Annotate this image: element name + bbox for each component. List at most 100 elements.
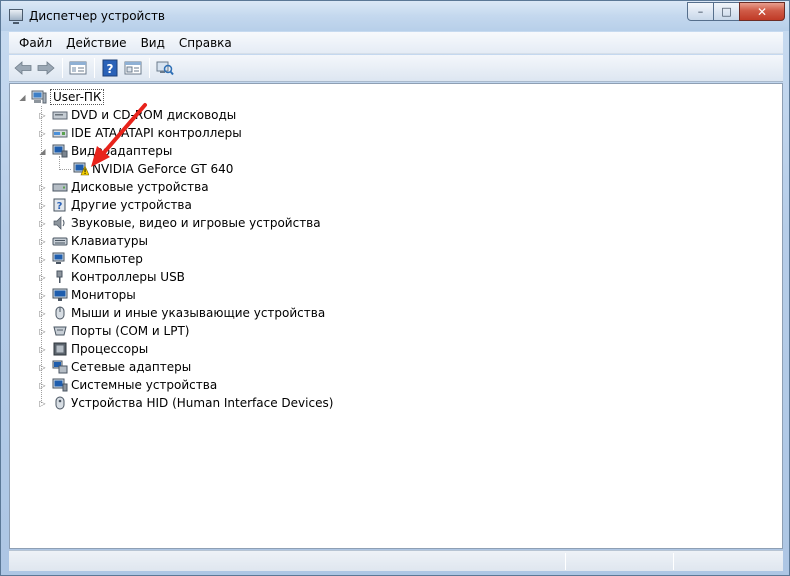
tree-category-other-devices[interactable]: ▷ ? Другие устройства (38, 196, 191, 214)
tree-root-label: User-ПК (50, 89, 105, 105)
tree-category-mice[interactable]: ▷ Мыши и иные указывающие устройства (38, 304, 325, 322)
tree-category-label: Порты (COM и LPT) (71, 324, 190, 338)
expand-arrow-icon[interactable]: ▷ (38, 129, 47, 138)
tree-root[interactable]: ◢ User-ПК (18, 88, 105, 106)
expand-arrow-icon[interactable]: ▷ (38, 255, 47, 264)
keyboard-icon (52, 237, 68, 246)
network-adapter-icon (52, 360, 68, 374)
tree-category-network[interactable]: ▷ Сетевые адаптеры (38, 358, 191, 376)
tree-category-hid[interactable]: ▷ Устройства HID (Human Interface Device… (38, 394, 333, 412)
menu-action[interactable]: Действие (59, 36, 133, 50)
warning-display-adapter-icon (73, 162, 89, 176)
menu-view[interactable]: Вид (134, 36, 172, 50)
port-icon (53, 326, 67, 336)
title-bar[interactable]: Диспетчер устройств – □ ✕ (1, 1, 789, 31)
computer-icon (52, 252, 65, 264)
tree-category-label: Процессоры (71, 342, 149, 356)
expand-arrow-icon[interactable]: ▷ (38, 237, 47, 246)
tree-category-label: Компьютер (71, 252, 143, 266)
maximize-button[interactable]: □ (713, 2, 740, 21)
tree-category-label: Мониторы (71, 288, 136, 302)
collapse-arrow-icon[interactable]: ◢ (18, 93, 27, 102)
close-icon: ✕ (756, 4, 768, 19)
menu-help[interactable]: Справка (172, 36, 239, 50)
expand-arrow-icon[interactable]: ▷ (38, 327, 47, 336)
unknown-device-icon: ? (53, 198, 66, 212)
back-button[interactable] (12, 57, 34, 79)
tree-category-display-adapters[interactable]: ◢ Видеоадаптеры (38, 142, 172, 160)
expand-arrow-icon[interactable]: ▷ (38, 201, 47, 210)
tree-category-usb[interactable]: ▷ Контроллеры USB (38, 268, 185, 286)
tree-device-nvidia[interactable]: NVIDIA GeForce GT 640 (73, 160, 233, 178)
window-title: Диспетчер устройств (29, 9, 166, 23)
tree-category-disk-drives[interactable]: ▷ Дисковые устройства (38, 178, 209, 196)
tree-category-computer[interactable]: ▷ Компьютер (38, 250, 143, 268)
tree-device-label: NVIDIA GeForce GT 640 (92, 162, 234, 176)
tree-category-keyboards[interactable]: ▷ Клавиатуры (38, 232, 148, 250)
toolbar-separator (149, 58, 150, 78)
help-button[interactable]: ? (99, 57, 121, 79)
tree-category-label: Мыши и иные указывающие устройства (71, 306, 326, 320)
usb-icon (56, 270, 63, 283)
tree-category-label: Устройства HID (Human Interface Devices) (71, 396, 334, 410)
expand-arrow-icon[interactable]: ▷ (38, 183, 47, 192)
minimize-button[interactable]: – (687, 2, 714, 21)
tree-category-label: IDE ATA/ATAPI контроллеры (71, 126, 242, 140)
expand-arrow-icon[interactable]: ▷ (38, 399, 47, 408)
mouse-icon (55, 306, 65, 320)
scan-hardware-icon (156, 61, 174, 76)
forward-icon (37, 61, 55, 75)
tree-category-label: Видеоадаптеры (71, 144, 173, 158)
expand-arrow-icon[interactable]: ▷ (38, 381, 47, 390)
processor-icon (53, 342, 67, 356)
tree-category-ide[interactable]: ▷ IDE ATA/ATAPI контроллеры (38, 124, 242, 142)
svg-text:?: ? (107, 62, 114, 76)
tree-category-label: Клавиатуры (71, 234, 148, 248)
tree-category-monitors[interactable]: ▷ Мониторы (38, 286, 136, 304)
expand-arrow-icon[interactable]: ▷ (38, 363, 47, 372)
tree-category-label: Системные устройства (71, 378, 218, 392)
show-hide-tree-button[interactable] (67, 57, 89, 79)
device-tree[interactable]: ◢ User-ПК ▷ DVD и CD-ROM дисководы ▷ IDE… (9, 83, 783, 549)
tree-category-label: DVD и CD-ROM дисководы (71, 108, 237, 122)
tree-connector-line (59, 169, 71, 170)
svg-text:?: ? (57, 201, 63, 212)
properties-button[interactable] (122, 57, 144, 79)
menu-file[interactable]: Файл (12, 36, 59, 50)
scan-hardware-button[interactable] (154, 57, 176, 79)
collapse-arrow-icon[interactable]: ◢ (38, 147, 47, 156)
status-separator (565, 553, 566, 570)
speaker-icon (53, 216, 65, 230)
help-icon: ? (102, 59, 118, 77)
show-hide-tree-icon (69, 61, 87, 75)
device-manager-window: Диспетчер устройств – □ ✕ Файл Действие … (0, 0, 790, 576)
close-button[interactable]: ✕ (739, 2, 785, 21)
tree-category-processors[interactable]: ▷ Процессоры (38, 340, 148, 358)
status-bar (9, 550, 783, 571)
expand-arrow-icon[interactable]: ▷ (38, 273, 47, 282)
tree-category-label: Дисковые устройства (71, 180, 209, 194)
expand-arrow-icon[interactable]: ▷ (38, 219, 47, 228)
expand-arrow-icon[interactable]: ▷ (38, 309, 47, 318)
expand-arrow-icon[interactable]: ▷ (38, 345, 47, 354)
system-device-icon (52, 378, 68, 392)
tree-category-ports[interactable]: ▷ Порты (COM и LPT) (38, 322, 189, 340)
computer-icon (31, 90, 47, 104)
expand-arrow-icon[interactable]: ▷ (38, 291, 47, 300)
tree-category-dvd[interactable]: ▷ DVD и CD-ROM дисководы (38, 106, 236, 124)
device-manager-icon (9, 9, 23, 24)
tree-category-label: Сетевые адаптеры (71, 360, 192, 374)
tree-category-system[interactable]: ▷ Системные устройства (38, 376, 217, 394)
minimize-icon: – (697, 5, 704, 18)
disk-drive-icon (52, 183, 68, 192)
tree-category-sound[interactable]: ▷ Звуковые, видео и игровые устройства (38, 214, 320, 232)
ide-controller-icon (52, 129, 68, 138)
toolbar: ? (9, 55, 783, 82)
forward-button[interactable] (35, 57, 57, 79)
maximize-icon: □ (721, 5, 732, 18)
display-adapter-icon (52, 144, 68, 158)
toolbar-separator (62, 58, 63, 78)
expand-arrow-icon[interactable]: ▷ (38, 111, 47, 120)
toolbar-separator (94, 58, 95, 78)
status-separator (673, 553, 674, 570)
